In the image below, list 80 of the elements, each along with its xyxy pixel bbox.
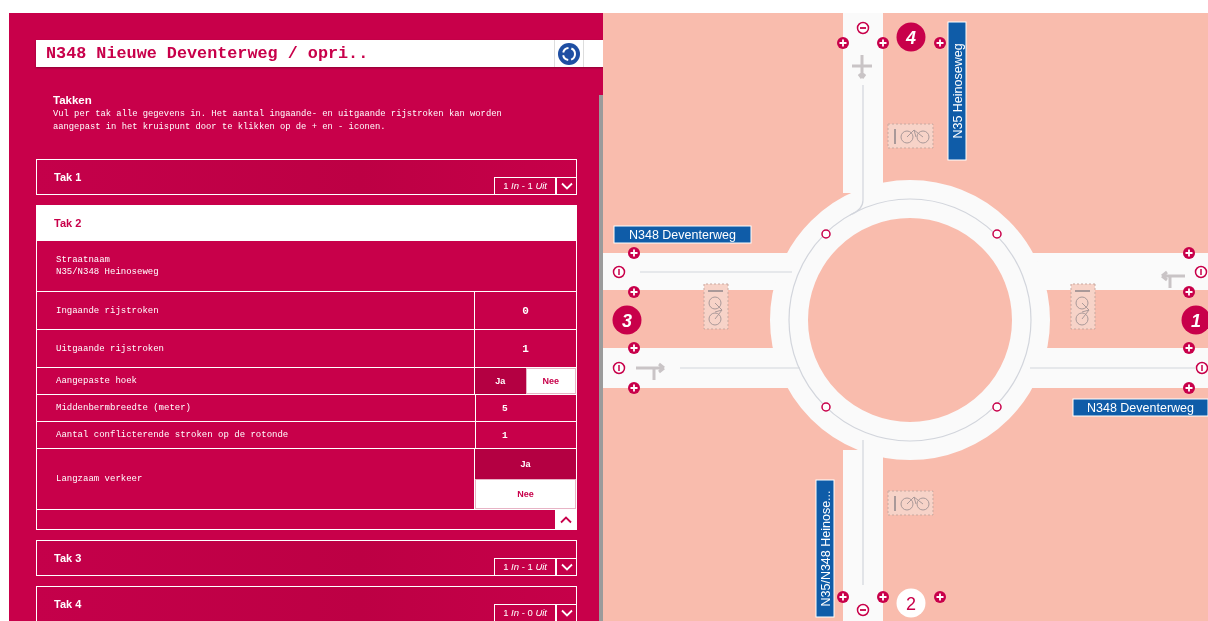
chevron-down-icon [560, 609, 573, 617]
lane-summary: 1 In - 1 Uit [494, 177, 556, 194]
road-name-label: N35/N348 Heinose... [815, 479, 835, 618]
remove-lane-button[interactable] [856, 603, 870, 617]
turn-arrow-icon [1160, 270, 1187, 290]
lane-end-icon[interactable] [612, 265, 626, 279]
lane-end-icon[interactable] [1194, 265, 1208, 279]
branch-header[interactable]: Tak 2 [37, 206, 576, 240]
node-marker[interactable] [821, 229, 831, 239]
add-lane-button[interactable] [628, 247, 640, 259]
field-label: Langzaam verkeer [56, 473, 143, 485]
remove-lane-button[interactable] [856, 21, 870, 35]
roundabout-button[interactable] [554, 40, 584, 67]
expand-button[interactable] [556, 177, 576, 194]
option-toggle[interactable]: Nee [525, 368, 576, 394]
field-label: Aantal conflicterende stroken op de rotonde [56, 429, 289, 441]
scrollbar[interactable] [599, 95, 603, 621]
add-lane-button[interactable] [628, 342, 640, 354]
add-lane-button[interactable] [1183, 382, 1195, 394]
branch-title: Tak 2 [53, 217, 83, 229]
expand-button[interactable] [556, 558, 576, 575]
branch-badge[interactable]: 2 [896, 588, 926, 618]
field-value: 0 [522, 304, 529, 317]
bicycle-icon [887, 123, 934, 149]
add-lane-button[interactable] [628, 286, 640, 298]
option-toggle[interactable]: Nee [475, 479, 576, 509]
branch-title: Tak 4 [53, 598, 83, 610]
branch-title: Tak 1 [53, 171, 83, 183]
node-marker[interactable] [992, 402, 1002, 412]
branch-badge[interactable]: 3 [612, 305, 642, 335]
field-label: Aangepaste hoek [56, 375, 137, 387]
bicycle-icon [1070, 283, 1096, 330]
field-label: Ingaande rijstroken [56, 304, 159, 317]
section-title: Takken [53, 94, 93, 106]
branch-header[interactable]: Tak 3 1 In - 1 Uit [37, 541, 576, 575]
collapse-button[interactable] [555, 510, 576, 529]
branch-title: Tak 3 [53, 552, 83, 564]
branch-header[interactable]: Tak 1 1 In - 1 Uit [37, 160, 576, 194]
lane-summary: 1 In - 1 Uit [494, 558, 556, 575]
add-lane-button[interactable] [934, 37, 946, 49]
intersection-title: N348 Nieuwe Deventerweg / opri.. [45, 44, 370, 63]
add-lane-button[interactable] [837, 591, 849, 603]
roundabout-icon [557, 41, 581, 66]
lane-end-icon[interactable] [612, 361, 626, 375]
road-name-label: N348 Deventerweg [1072, 398, 1208, 417]
chevron-down-icon [560, 182, 573, 190]
option-toggle[interactable]: Ja [475, 368, 526, 394]
bicycle-icon [887, 490, 934, 516]
option-toggle[interactable]: Ja [475, 449, 576, 479]
field-value: 1 [522, 342, 529, 355]
field-label: Uitgaande rijstroken [56, 342, 165, 355]
turn-arrow-icon [634, 362, 666, 382]
add-lane-button[interactable] [1183, 342, 1195, 354]
add-lane-button[interactable] [628, 382, 640, 394]
field-value: 5 [502, 402, 508, 414]
road-name-label: N348 Deventerweg [613, 225, 752, 244]
road-name-label: N35 Heinoseweg [947, 21, 967, 161]
add-lane-button[interactable] [877, 37, 889, 49]
chevron-up-icon [559, 515, 572, 524]
node-marker[interactable] [821, 402, 831, 412]
field-value: N35/N348 Heinoseweg [56, 266, 159, 278]
field-label: Straatnaam [56, 254, 110, 266]
chevron-down-icon [560, 563, 573, 571]
four-way-arrow-icon [850, 53, 874, 80]
add-lane-button[interactable] [934, 591, 946, 603]
branch-header[interactable]: Tak 4 1 In - 0 Uit [37, 587, 576, 621]
field-label: Middenbermbreedte (meter) [56, 402, 192, 414]
branch-badge[interactable]: 1 [1181, 305, 1208, 335]
add-lane-button[interactable] [837, 37, 849, 49]
expand-button[interactable] [556, 604, 576, 621]
field-value: 1 [502, 429, 508, 441]
add-lane-button[interactable] [1183, 286, 1195, 298]
node-marker[interactable] [992, 229, 1002, 239]
lane-end-icon[interactable] [1195, 361, 1208, 375]
bicycle-icon [703, 283, 729, 330]
branch-badge[interactable]: 4 [896, 22, 926, 52]
add-lane-button[interactable] [1183, 247, 1195, 259]
add-lane-button[interactable] [877, 591, 889, 603]
section-description: Vul per tak alle gegevens in. Het aantal ingaande- en uitgaande rijstroken kan worden aangepast in het kruispunt door te klikken op de + en - iconen. [53, 108, 503, 134]
lane-summary: 1 In - 0 Uit [494, 604, 556, 621]
